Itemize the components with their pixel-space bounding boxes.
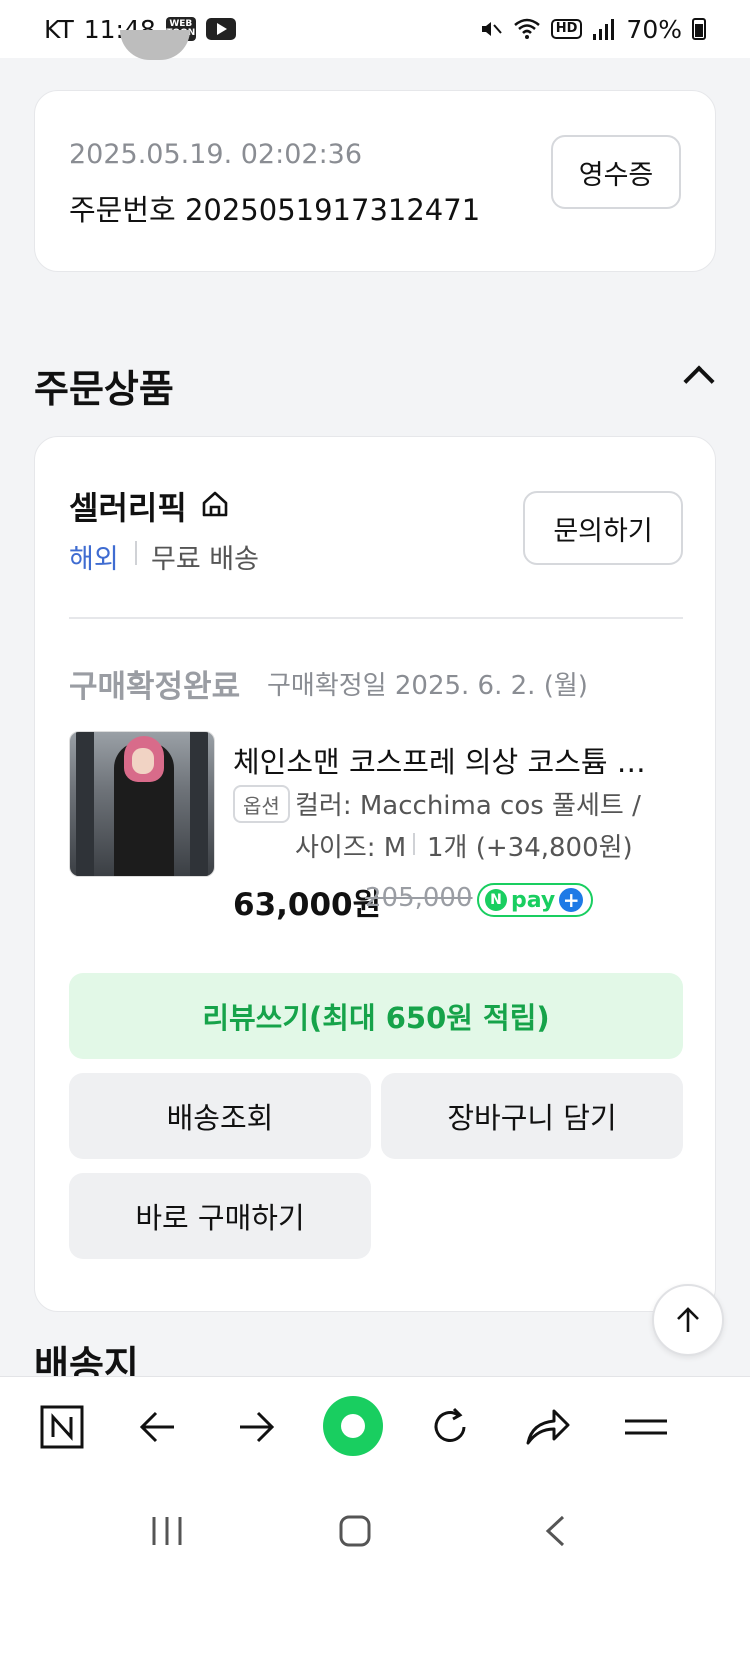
signal-icon — [593, 19, 615, 40]
carrier: KT — [44, 14, 74, 44]
write-review-button[interactable]: 리뷰쓰기(최대 650원 적립) — [69, 973, 683, 1059]
plus-icon: + — [559, 888, 584, 912]
system-nav-bar — [0, 1476, 750, 1667]
npay-badge: N pay + — [477, 883, 594, 917]
order-items-title: 주문상품 — [34, 367, 174, 411]
tag-divider — [135, 541, 137, 565]
hamburger-icon — [625, 1419, 667, 1435]
battery-percent: 70% — [626, 14, 682, 44]
order-item-card: 셀러리픽 해외 무료 배송 문의하기 구매확정완료 구매확정일 2025. 6.… — [34, 436, 716, 1312]
product-title[interactable]: 체인소맨 코스프레 의상 코스튬 세트 — [233, 739, 653, 781]
hd-icon: HD — [550, 19, 583, 39]
npay-label: pay — [511, 887, 556, 913]
status-bar: KT 11:48 WEB TOON HD 70% — [0, 0, 750, 58]
wifi-icon — [513, 18, 540, 39]
arrow-left-icon — [139, 1411, 174, 1443]
refresh-icon — [434, 1407, 466, 1442]
battery-icon — [692, 18, 706, 40]
npay-n-icon: N — [485, 889, 507, 911]
share-icon — [526, 1409, 570, 1445]
track-delivery-button[interactable]: 배송조회 — [69, 1073, 371, 1159]
menu-button[interactable] — [620, 1401, 672, 1453]
order-info-card: 2025.05.19. 02:02:36 주문번호 20250519173124… — [34, 90, 716, 272]
option-size: 사이즈: M — [295, 833, 407, 863]
browser-toolbar — [0, 1376, 750, 1476]
thumbnail-pillar — [190, 732, 208, 876]
status-right: HD 70% — [479, 15, 706, 44]
order-datetime: 2025.05.19. 02:02:36 — [69, 139, 363, 170]
reload-button[interactable] — [424, 1401, 476, 1453]
buy-now-button[interactable]: 바로 구매하기 — [69, 1173, 371, 1259]
product-thumbnail[interactable] — [69, 731, 215, 877]
order-number: 주문번호 2025051917312471 — [69, 193, 481, 227]
inquiry-button[interactable]: 문의하기 — [523, 491, 683, 565]
naver-n-icon — [40, 1405, 84, 1449]
back-button[interactable] — [132, 1401, 184, 1453]
option-badge: 옵션 — [233, 785, 290, 823]
divider — [69, 617, 683, 619]
green-dot-button[interactable] — [322, 1395, 384, 1457]
home-icon[interactable] — [200, 489, 230, 519]
option-color: 컬러: Macchima cos 풀세트 / — [295, 791, 641, 821]
purchase-status: 구매확정완료 — [69, 669, 241, 705]
confirm-date: 구매확정일 2025. 6. 2. (월) — [267, 671, 588, 701]
recent-apps-button[interactable] — [142, 1506, 192, 1556]
arrow-right-icon — [240, 1411, 275, 1443]
recent-apps-icon — [152, 1517, 182, 1545]
free-shipping-tag: 무료 배송 — [151, 544, 259, 575]
share-button[interactable] — [522, 1401, 574, 1453]
product-price: 63,000원 — [233, 887, 382, 923]
scroll-top-button[interactable] — [652, 1284, 724, 1356]
overseas-tag: 해외 — [69, 544, 119, 575]
option-quantity: 1개 (+34,800원) — [427, 833, 633, 863]
receipt-button[interactable]: 영수증 — [551, 135, 681, 209]
option-divider — [413, 833, 415, 855]
mute-icon — [481, 22, 502, 36]
home-square-icon — [339, 1515, 371, 1547]
forward-button[interactable] — [230, 1401, 282, 1453]
chevron-up-icon[interactable] — [683, 365, 715, 397]
arrow-up-icon — [677, 1307, 699, 1332]
naver-home-button[interactable] — [36, 1401, 88, 1453]
original-price: 205,000 — [365, 883, 473, 913]
back-nav-button[interactable] — [530, 1506, 580, 1556]
thumbnail-pillar — [76, 732, 94, 876]
home-nav-button[interactable] — [330, 1506, 380, 1556]
thumbnail-face — [132, 748, 154, 774]
chevron-left-icon — [545, 1515, 565, 1547]
add-to-cart-button[interactable]: 장바구니 담기 — [381, 1073, 683, 1159]
green-dot-icon — [323, 1396, 383, 1456]
youtube-icon — [205, 18, 236, 40]
store-name[interactable]: 셀러리픽 — [69, 483, 187, 529]
